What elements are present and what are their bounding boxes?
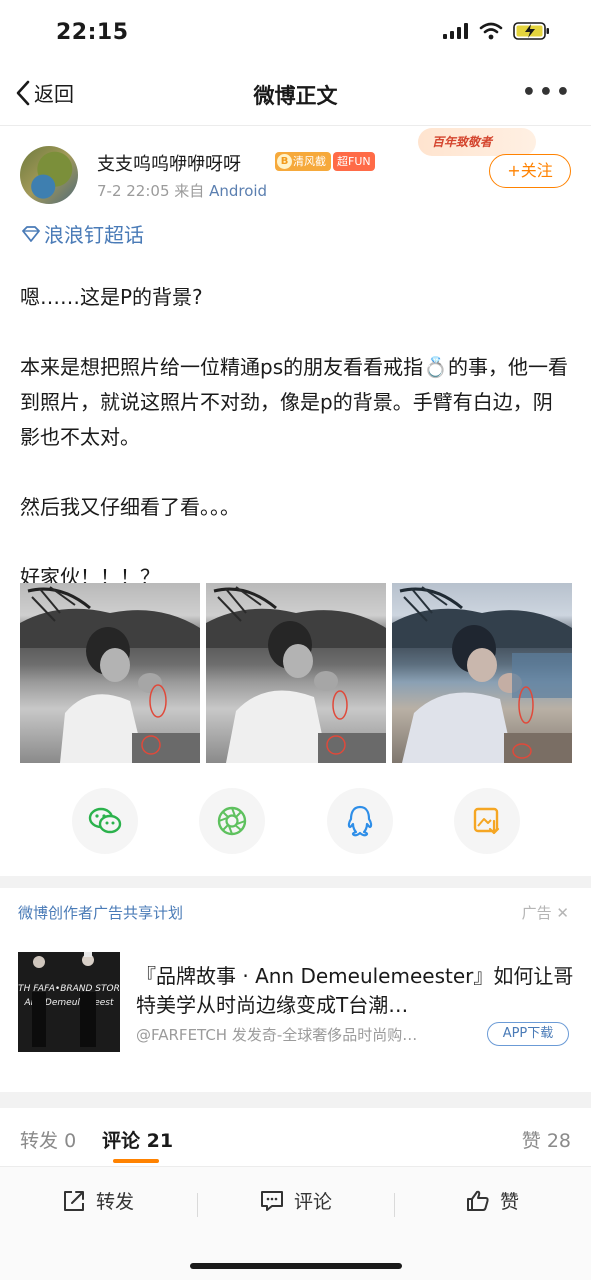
- follow-button[interactable]: +关注: [489, 154, 571, 188]
- tab-likes[interactable]: 赞 28: [522, 1126, 571, 1153]
- source-prefix: 来自: [174, 182, 205, 200]
- share-moments-button[interactable]: [199, 788, 266, 854]
- avatar[interactable]: [20, 146, 78, 204]
- action-separator: [394, 1193, 395, 1217]
- tab-likes-label: 赞: [521, 1130, 541, 1152]
- ad-tag-label: 广告: [521, 904, 552, 922]
- tab-reposts-count: 0: [64, 1130, 77, 1152]
- promo-banner[interactable]: 百年致敬者: [418, 128, 536, 156]
- wechat-icon: [88, 807, 122, 834]
- more-button[interactable]: •••: [522, 80, 573, 105]
- level-badge-label: 清风截: [293, 155, 326, 168]
- ad-title[interactable]: 『品牌故事 · Ann Demeulemeester』如何让哥特美学从时尚边缘变…: [136, 962, 576, 1020]
- photo-grid: [20, 583, 573, 763]
- like-label: 赞: [500, 1191, 520, 1213]
- post-source[interactable]: Android: [209, 182, 267, 200]
- wifi-icon: [479, 22, 503, 40]
- save-image-button[interactable]: [453, 788, 520, 854]
- ad-close-button[interactable]: 广告 ✕: [522, 902, 569, 923]
- repost-label: 转发: [96, 1191, 135, 1213]
- thumbs-up-icon: [467, 1190, 489, 1211]
- comment-button[interactable]: 评论: [260, 1187, 332, 1214]
- interaction-tabs: 转发 0 评论 21 赞 28: [0, 1108, 591, 1166]
- tab-comments[interactable]: 评论 21: [102, 1126, 173, 1153]
- super-topic-label: 浪浪钉超话: [44, 223, 144, 247]
- status-icons: [443, 22, 551, 40]
- section-divider: [0, 1092, 591, 1108]
- signal-icon: [443, 23, 468, 39]
- tab-comments-count: 21: [146, 1130, 174, 1152]
- moments-icon: [218, 806, 247, 836]
- ad-subtitle[interactable]: @FARFETCH 发发奇-全球奢侈品时尚购…: [136, 1024, 476, 1045]
- status-time: 22:15: [56, 20, 129, 45]
- home-indicator: [190, 1263, 402, 1269]
- battery-charging-icon: [513, 22, 549, 40]
- post-photo[interactable]: [392, 583, 572, 763]
- post-photo[interactable]: [20, 583, 200, 763]
- tab-comments-label: 评论: [102, 1130, 141, 1152]
- post-paragraph: 嗯……这是P的背景?: [20, 285, 203, 309]
- badge-coin-icon: B: [277, 154, 292, 169]
- comment-icon: [261, 1190, 283, 1211]
- tab-likes-count: 28: [546, 1130, 571, 1152]
- page-title: 微博正文: [253, 84, 338, 108]
- photo-scene: [392, 586, 572, 763]
- tab-reposts[interactable]: 转发 0: [20, 1126, 76, 1153]
- ad-program-label[interactable]: 微博创作者广告共享计划: [18, 902, 183, 923]
- photo-scene: [20, 586, 200, 763]
- photo-scene: [206, 586, 386, 763]
- share-row: [72, 788, 520, 854]
- status-bar: 22:15: [0, 0, 591, 66]
- post-meta: 7-2 22:05 来自 Android: [97, 180, 267, 201]
- action-separator: [197, 1193, 198, 1217]
- ad-thumbnail-figures: [32, 952, 96, 1047]
- diamond-icon: [22, 225, 40, 242]
- share-wechat-button[interactable]: [72, 788, 138, 854]
- ad-title-text: 『品牌故事 · Ann Demeulemeester』如何让哥特美学从时尚边缘变…: [136, 964, 574, 1017]
- repost-icon: [64, 1190, 84, 1211]
- post-body: 嗯……这是P的背景? 本来是想把照片给一位精通ps的朋友看看戒指💍的事，他一看到…: [20, 280, 571, 630]
- author-name[interactable]: 支支呜呜咿咿呀呀: [97, 150, 241, 176]
- active-tab-indicator: [113, 1159, 159, 1163]
- super-topic-link[interactable]: 浪浪钉超话: [22, 219, 144, 248]
- author-header: 支支呜呜咿咿呀呀 B 清风截 超FUN 7-2 22:05 来自 Android…: [20, 128, 571, 206]
- level-badge[interactable]: B 清风截: [275, 152, 331, 171]
- comment-label: 评论: [294, 1191, 333, 1213]
- ad-thumbnail[interactable]: TH FAFA•BRAND STOR Ann Demeulemeest: [18, 952, 120, 1052]
- nav-bar: 返回 微博正文 •••: [0, 66, 591, 126]
- bottom-action-bar: 转发 评论 赞: [0, 1166, 591, 1280]
- post-paragraph: 然后我又仔细看了看。。。: [20, 495, 240, 519]
- app-download-button[interactable]: APP下载: [487, 1022, 569, 1046]
- close-icon: ✕: [556, 904, 569, 922]
- post-paragraph: 本来是想把照片给一位精通ps的朋友看看戒指💍的事，他一看到照片，就说这照片不对劲…: [20, 355, 569, 449]
- section-divider: [0, 876, 591, 888]
- like-button[interactable]: 赞: [466, 1187, 519, 1214]
- qq-icon: [347, 805, 372, 837]
- fun-badge[interactable]: 超FUN: [333, 152, 375, 171]
- post-time: 7-2 22:05: [97, 182, 170, 200]
- repost-button[interactable]: 转发: [62, 1187, 134, 1214]
- save-image-icon: [473, 807, 500, 835]
- share-qq-button[interactable]: [326, 788, 393, 854]
- post-photo[interactable]: [206, 583, 386, 763]
- tab-reposts-label: 转发: [20, 1130, 59, 1152]
